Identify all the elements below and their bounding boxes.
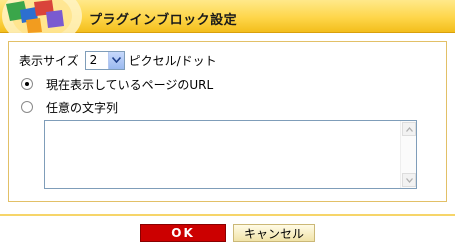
display-size-select[interactable]: 2 (84, 50, 125, 70)
display-size-row: 表示サイズ 2 ピクセル/ドット (19, 50, 217, 70)
radio-custom-string[interactable] (21, 101, 33, 113)
dialog-header: プラグインブロック設定 (0, 0, 455, 33)
scroll-down-icon[interactable] (402, 173, 416, 187)
textarea-scrollbar[interactable] (400, 121, 416, 188)
option-custom-string[interactable]: 任意の文字列 (21, 98, 118, 116)
footer-divider (0, 214, 455, 216)
display-size-value: 2 (89, 53, 98, 67)
app-logo-icon (0, 0, 82, 33)
display-size-label: 表示サイズ (19, 53, 79, 68)
chevron-down-icon[interactable] (107, 51, 124, 69)
cancel-button[interactable]: キャンセル (233, 224, 315, 242)
custom-string-input[interactable] (45, 121, 400, 188)
ok-button[interactable]: OK (140, 224, 226, 242)
option-custom-string-label: 任意の文字列 (46, 100, 119, 115)
display-size-unit: ピクセル/ドット (128, 53, 217, 68)
option-current-url[interactable]: 現在表示しているページのURL (21, 75, 213, 93)
settings-panel: 表示サイズ 2 ピクセル/ドット 現在表示しているページのURL 任意の文字列 (8, 41, 447, 202)
radio-current-url[interactable] (21, 78, 33, 90)
dialog-title: プラグインブロック設定 (89, 13, 238, 28)
option-current-url-label: 現在表示しているページのURL (46, 77, 214, 92)
scroll-up-icon[interactable] (402, 122, 416, 136)
custom-string-area (44, 120, 417, 189)
